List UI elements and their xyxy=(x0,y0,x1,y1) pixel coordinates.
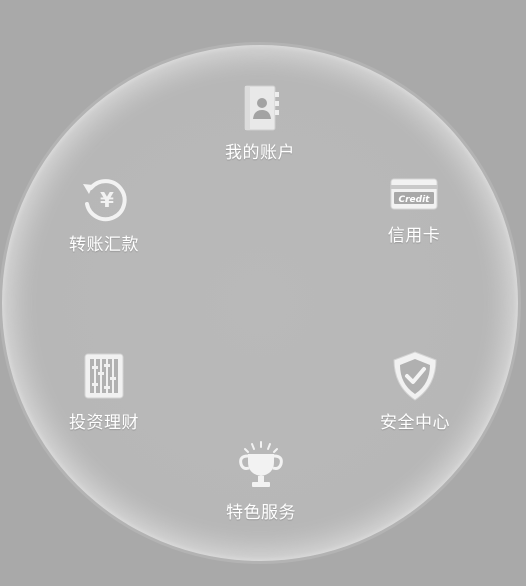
menu-label-transfer: 转账汇款 xyxy=(69,235,139,255)
trophy-icon xyxy=(239,441,283,487)
credit-card-icon: Credit xyxy=(390,178,438,210)
yen-glyph: ¥ xyxy=(100,188,114,212)
menu-label-credit-card: 信用卡 xyxy=(387,226,441,246)
menu-item-featured-services[interactable]: 特色服务 xyxy=(219,440,303,523)
credit-card-text: Credit xyxy=(399,195,431,205)
menu-item-credit-card[interactable]: Credit 信用卡 xyxy=(376,177,452,246)
menu-label-security-center: 安全中心 xyxy=(380,413,450,433)
menu-item-transfer[interactable]: ¥ 转账汇款 xyxy=(62,174,146,255)
menu-label-my-account: 我的账户 xyxy=(225,143,295,163)
menu-item-security-center[interactable]: 安全中心 xyxy=(373,350,457,433)
abacus-icon xyxy=(84,353,124,399)
menu-label-featured-services: 特色服务 xyxy=(226,503,296,523)
menu-item-investment[interactable]: 投资理财 xyxy=(62,350,146,433)
contact-book-icon xyxy=(244,85,279,131)
shield-check-icon xyxy=(393,351,437,401)
menu-item-my-account[interactable]: 我的账户 xyxy=(218,84,302,163)
yen-refresh-icon: ¥ xyxy=(83,179,127,222)
menu-label-investment: 投资理财 xyxy=(69,413,139,433)
